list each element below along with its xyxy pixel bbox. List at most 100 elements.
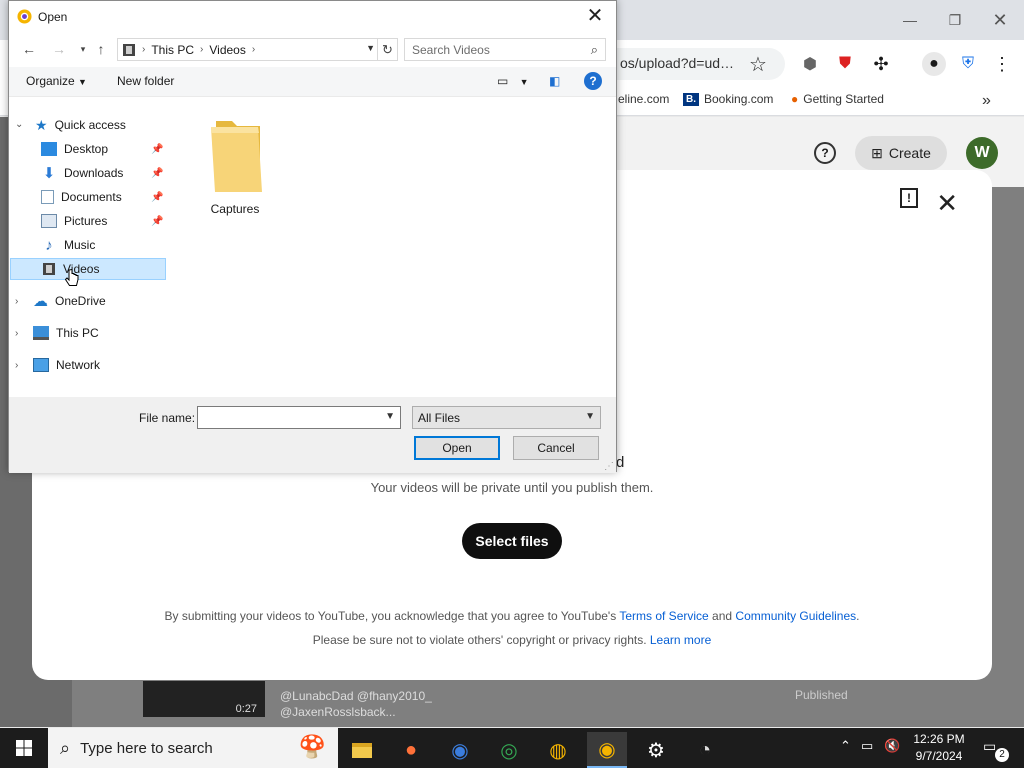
chevron-right-icon[interactable]: › <box>15 328 18 339</box>
up-arrow-icon[interactable]: ↑ <box>91 39 111 59</box>
settings-gear-icon[interactable]: ⚙ <box>636 732 676 768</box>
nav-item-documents[interactable]: Documents <box>41 186 122 208</box>
file-name-field[interactable]: ▼ <box>197 406 401 429</box>
close-icon[interactable]: ✕ <box>580 3 610 29</box>
notification-icon[interactable]: ▭ 2 <box>983 738 1009 762</box>
feedback-icon[interactable]: ! <box>900 188 918 208</box>
search-icon[interactable]: ⌕ <box>591 42 598 58</box>
breadcrumb-videos[interactable]: Videos <box>209 43 245 57</box>
help-icon[interactable]: ? <box>814 142 836 164</box>
file-name-input[interactable] <box>198 407 378 428</box>
minimize-icon[interactable]: — <box>895 8 925 32</box>
learn-more-link[interactable]: Learn more <box>650 633 711 647</box>
start-button[interactable] <box>0 728 48 768</box>
file-type-select[interactable]: All Files ▼ <box>412 406 601 429</box>
nav-item-onedrive[interactable]: ☁ OneDrive <box>33 290 106 312</box>
nav-item-desktop[interactable]: Desktop <box>41 138 108 160</box>
restore-icon[interactable]: ❐ <box>940 8 970 32</box>
pin-icon[interactable]: 📌 <box>151 216 163 227</box>
nav-item-music[interactable]: ♪ Music <box>41 234 95 256</box>
pin-icon[interactable]: 📌 <box>151 192 163 203</box>
new-folder-button[interactable]: New folder <box>117 74 174 88</box>
back-arrow-icon[interactable]: ← <box>19 39 39 59</box>
clock-time: 12:26 PM <box>913 732 965 746</box>
chevron-up-icon[interactable]: ⌃ <box>840 738 851 754</box>
taskbar-search[interactable]: ⌕ Type here to search 🍄 <box>48 728 338 768</box>
change-view-icon[interactable]: ▭ ▼ <box>497 74 529 88</box>
pin-icon[interactable]: 📌 <box>151 168 163 179</box>
chevron-down-icon[interactable]: ⌄ <box>15 119 23 130</box>
bookmark-item[interactable]: eline.com <box>618 92 669 106</box>
chevron-down-icon[interactable]: ▼ <box>366 43 375 53</box>
refresh-icon[interactable]: ↻ <box>377 39 397 60</box>
pin-icon[interactable]: 📌 <box>151 144 163 155</box>
firefox-icon[interactable]: ● <box>391 732 431 768</box>
video-duration: 0:27 <box>235 703 257 715</box>
nav-item-this-pc[interactable]: This PC <box>33 322 99 344</box>
browser-icon[interactable]: ◉ <box>440 732 480 768</box>
nav-item-downloads[interactable]: ⬇ Downloads <box>41 162 124 184</box>
breadcrumb-this-pc[interactable]: This PC <box>151 43 194 57</box>
nav-item-videos[interactable]: Videos <box>10 258 166 280</box>
bookmark-getting-started[interactable]: ● Getting Started <box>791 92 884 106</box>
network-icon[interactable]: ▭ <box>861 738 873 754</box>
browser-alt-icon[interactable]: ◍ <box>538 732 578 768</box>
nav-item-pictures[interactable]: Pictures <box>41 210 107 232</box>
resize-grip-icon[interactable]: ⋰ <box>604 461 614 472</box>
open-button[interactable]: Open <box>414 436 500 460</box>
command-bar: Organize ▼ New folder ▭ ▼ ◧ ? <box>9 67 616 97</box>
active-browser-icon[interactable]: ◉ <box>587 732 627 768</box>
volume-muted-icon[interactable]: 🔇 <box>884 738 900 754</box>
navigation-bar: ← → ▾ ↑ › This PC › Videos › ▼ ↻ ⌕ <box>9 35 616 63</box>
chevron-down-icon: ▼ <box>585 411 595 422</box>
bookmark-label: Booking.com <box>704 92 774 106</box>
video-folder-icon <box>123 43 135 56</box>
organize-button[interactable]: Organize ▼ <box>26 74 87 88</box>
avatar[interactable]: W <box>966 137 998 169</box>
close-window-icon[interactable]: ✕ <box>985 8 1015 32</box>
forward-arrow-icon[interactable]: → <box>49 39 69 59</box>
extensions-puzzle-icon[interactable]: ✣ <box>869 52 893 76</box>
terms-notice: By submitting your videos to YouTube, yo… <box>32 609 992 623</box>
select-files-button[interactable]: Select files <box>462 523 562 559</box>
bookmark-booking[interactable]: B. Booking.com <box>683 92 773 106</box>
navigation-pane: ⌄ ★ Quick access Desktop 📌 ⬇ Downloads 📌 D… <box>9 113 179 393</box>
community-guidelines-link[interactable]: Community Guidelines <box>735 609 856 623</box>
more-bookmarks-icon[interactable]: » <box>982 92 991 110</box>
help-icon[interactable]: ? <box>584 72 602 90</box>
nav-item-quick-access[interactable]: ★ Quick access <box>35 114 126 136</box>
cancel-button[interactable]: Cancel <box>513 436 599 460</box>
terms-of-service-link[interactable]: Terms of Service <box>619 609 708 623</box>
profile-icon[interactable]: ● <box>922 52 946 76</box>
chevron-down-icon[interactable]: ▼ <box>385 411 395 422</box>
close-icon[interactable]: ✕ <box>936 188 958 219</box>
pictures-icon <box>41 214 57 228</box>
documents-icon <box>41 190 54 204</box>
bookmark-star-icon[interactable]: ☆ <box>746 52 770 76</box>
search-box[interactable]: ⌕ <box>404 38 606 61</box>
recent-locations-icon[interactable]: ▾ <box>73 39 93 59</box>
system-clock[interactable]: 12:26 PM 9/7/2024 <box>905 731 973 765</box>
shield-extension-icon[interactable]: ⛊ <box>833 52 857 76</box>
preview-pane-icon[interactable]: ◧ <box>549 74 560 88</box>
file-explorer-icon[interactable] <box>342 732 382 768</box>
vpn-shield-icon[interactable]: ⛨ <box>956 52 980 76</box>
search-input[interactable] <box>405 39 575 60</box>
file-type-value: All Files <box>418 411 461 425</box>
chrome-icon[interactable]: ◎ <box>489 732 529 768</box>
breadcrumb[interactable]: › This PC › Videos › ▼ ↻ <box>117 38 398 61</box>
add-video-icon: ⊞ <box>871 144 883 161</box>
folder-item[interactable]: Captures <box>199 113 271 219</box>
terms-text: By submitting your videos to YouTube, yo… <box>164 609 620 623</box>
extension-gear-icon[interactable]: ⬢ <box>798 52 822 76</box>
video-thumbnail[interactable]: 0:27 <box>143 681 265 717</box>
create-button[interactable]: ⊞ Create <box>855 136 947 170</box>
browser-menu-icon[interactable]: ⋮ <box>990 52 1014 76</box>
chevron-down-icon: ▼ <box>78 77 87 87</box>
organize-label: Organize <box>26 74 75 88</box>
chevron-right-icon[interactable]: › <box>15 360 18 371</box>
app-icon[interactable]: ◔ <box>685 732 725 768</box>
nav-item-network[interactable]: Network <box>33 354 100 376</box>
chevron-right-icon[interactable]: › <box>15 296 18 307</box>
video-folder-icon <box>43 263 55 275</box>
